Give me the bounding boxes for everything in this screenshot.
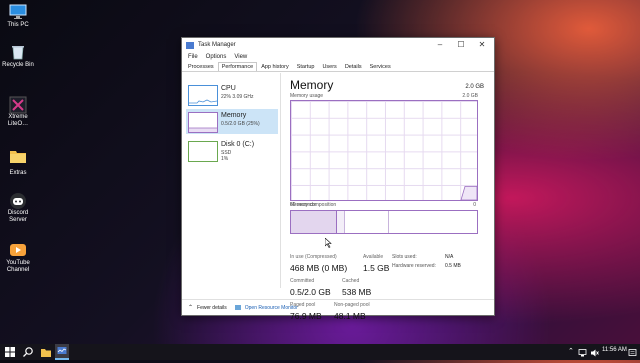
tab-processes[interactable]: Processes [184, 62, 218, 71]
cached-label: Cached [342, 278, 360, 284]
available-value: 1.5 GB [363, 263, 390, 273]
menu-view[interactable]: View [234, 54, 247, 60]
desktop-icon-this-pc[interactable]: This PC [0, 4, 36, 29]
sidebar-item-memory[interactable]: Memory 0.5/2.0 GB (25%) [186, 109, 278, 134]
open-resource-monitor-link[interactable]: Open Resource Monitor [245, 305, 298, 311]
maximize-icon: ☐ [457, 40, 465, 49]
tab-users[interactable]: Users [318, 62, 340, 71]
composition-modified [336, 211, 346, 233]
slots-used-value: N/A [445, 254, 454, 260]
desktop-icon-extras[interactable]: Extras [0, 148, 36, 177]
disk-usage: 1% [221, 156, 229, 162]
tab-performance[interactable]: Performance [217, 62, 258, 71]
close-button[interactable]: ✕ [472, 40, 492, 50]
sidebar-item-sub: SSD 1% [221, 150, 231, 162]
available-label: Available [363, 254, 384, 260]
folder-icon [9, 148, 27, 164]
taskbar: ⌃ 11:56 AM [0, 344, 640, 360]
minimize-button[interactable]: – [430, 40, 450, 50]
composition-in-use [291, 211, 337, 233]
tab-startup[interactable]: Startup [293, 62, 319, 71]
desktop-icon-xtreme[interactable]: Xtreme LiteO… [0, 96, 36, 128]
memory-thumbnail-graph [188, 112, 218, 133]
graph-label: Memory usage [290, 93, 324, 99]
network-icon[interactable] [578, 347, 587, 359]
recycle-bin-icon [9, 44, 27, 60]
taskbar-task-manager[interactable] [55, 344, 69, 360]
composition-standby [345, 211, 389, 233]
committed-label: Committed [290, 278, 315, 284]
graph-max-label: 2.0 GB [462, 93, 478, 99]
footer-bar: ⌃ Fewer details Open Resource Monitor [182, 299, 494, 315]
xtreme-app-icon [9, 96, 27, 114]
chevron-up-icon[interactable]: ⌃ [188, 304, 193, 311]
desktop-icon-label: This PC [7, 22, 29, 28]
desktop-icon-discord[interactable]: Discord Server [0, 192, 36, 224]
task-manager-taskbar-icon [57, 347, 67, 354]
desktop-icon-recycle-bin[interactable]: Recycle Bin [0, 44, 36, 69]
page-title: Memory [290, 78, 334, 92]
memory-total: 2.0 GB [465, 84, 484, 90]
fewer-details-link[interactable]: Fewer details [197, 305, 227, 311]
menu-file[interactable]: File [188, 54, 198, 60]
youtube-icon [9, 242, 27, 258]
volume-muted-icon[interactable] [590, 347, 599, 359]
desktop-icon-label: Discord Server [7, 210, 29, 223]
composition-free [388, 211, 477, 233]
memory-composition-bar [290, 210, 478, 234]
task-manager-app-icon [186, 41, 194, 49]
discord-icon [9, 192, 27, 209]
sidebar-item-sub: 0.5/2.0 GB (25%) [221, 121, 260, 127]
cpu-thumbnail-graph [188, 85, 218, 106]
close-icon: ✕ [478, 40, 486, 49]
disk-thumbnail-graph [188, 141, 218, 162]
sidebar-item-label: CPU [221, 85, 236, 92]
mouse-cursor-icon [325, 238, 332, 248]
menu-options[interactable]: Options [206, 54, 227, 60]
desktop-icon-label: Extras [9, 170, 27, 176]
composition-label: Memory composition [290, 202, 337, 208]
clock[interactable]: 11:56 AM [602, 347, 627, 353]
window-title: Task Manager [198, 42, 236, 48]
desktop-icon-youtube[interactable]: YouTube Channel [0, 242, 36, 274]
monitor-icon [9, 4, 27, 20]
sidebar-item-disk[interactable]: Disk 0 (C:) SSD 1% [186, 138, 278, 163]
slots-used-label: Slots used: [392, 254, 417, 260]
tab-details[interactable]: Details [341, 62, 366, 71]
tab-app-history[interactable]: App history [257, 62, 293, 71]
file-explorer-icon[interactable] [40, 346, 52, 358]
minimize-icon: – [437, 40, 443, 49]
resource-monitor-icon [234, 305, 241, 310]
memory-usage-line [460, 185, 477, 200]
hardware-reserved-label: Hardware reserved: [392, 263, 436, 269]
notifications-icon[interactable] [628, 347, 637, 359]
sidebar-item-label: Memory [221, 112, 247, 119]
graph-zero-label: 0 [473, 202, 476, 208]
desktop-icon-label: Xtreme LiteO… [7, 114, 29, 127]
tab-services[interactable]: Services [366, 62, 395, 71]
menu-bar: File Options View [182, 52, 494, 62]
in-use-value: 468 MB (0 MB) [290, 263, 348, 273]
chevron-up-tray-icon[interactable]: ⌃ [568, 347, 574, 355]
performance-sidebar: CPU 22% 3.09 GHz Memory 0.5/2.0 GB (25%)… [182, 73, 281, 288]
maximize-button[interactable]: ☐ [451, 40, 471, 50]
committed-value: 0.5/2.0 GB [290, 287, 331, 297]
search-icon[interactable] [22, 346, 34, 358]
task-manager-window[interactable]: Task Manager – ☐ ✕ File Options View Pro… [181, 37, 495, 321]
sidebar-item-cpu[interactable]: CPU 22% 3.09 GHz [186, 82, 278, 107]
desktop-icon-label: Recycle Bin [2, 62, 34, 68]
sidebar-item-sub: 22% 3.09 GHz [221, 94, 254, 100]
sidebar-item-label: Disk 0 (C:) [221, 141, 255, 148]
desktop-icon-label: YouTube Channel [6, 260, 30, 273]
windows-start-icon[interactable] [4, 346, 16, 358]
hardware-reserved-value: 0.5 MB [445, 263, 461, 269]
cached-value: 538 MB [342, 287, 372, 297]
in-use-label: In use (Compressed) [290, 254, 337, 260]
tab-strip: Processes Performance App history Startu… [182, 62, 494, 72]
memory-usage-graph [290, 100, 478, 201]
